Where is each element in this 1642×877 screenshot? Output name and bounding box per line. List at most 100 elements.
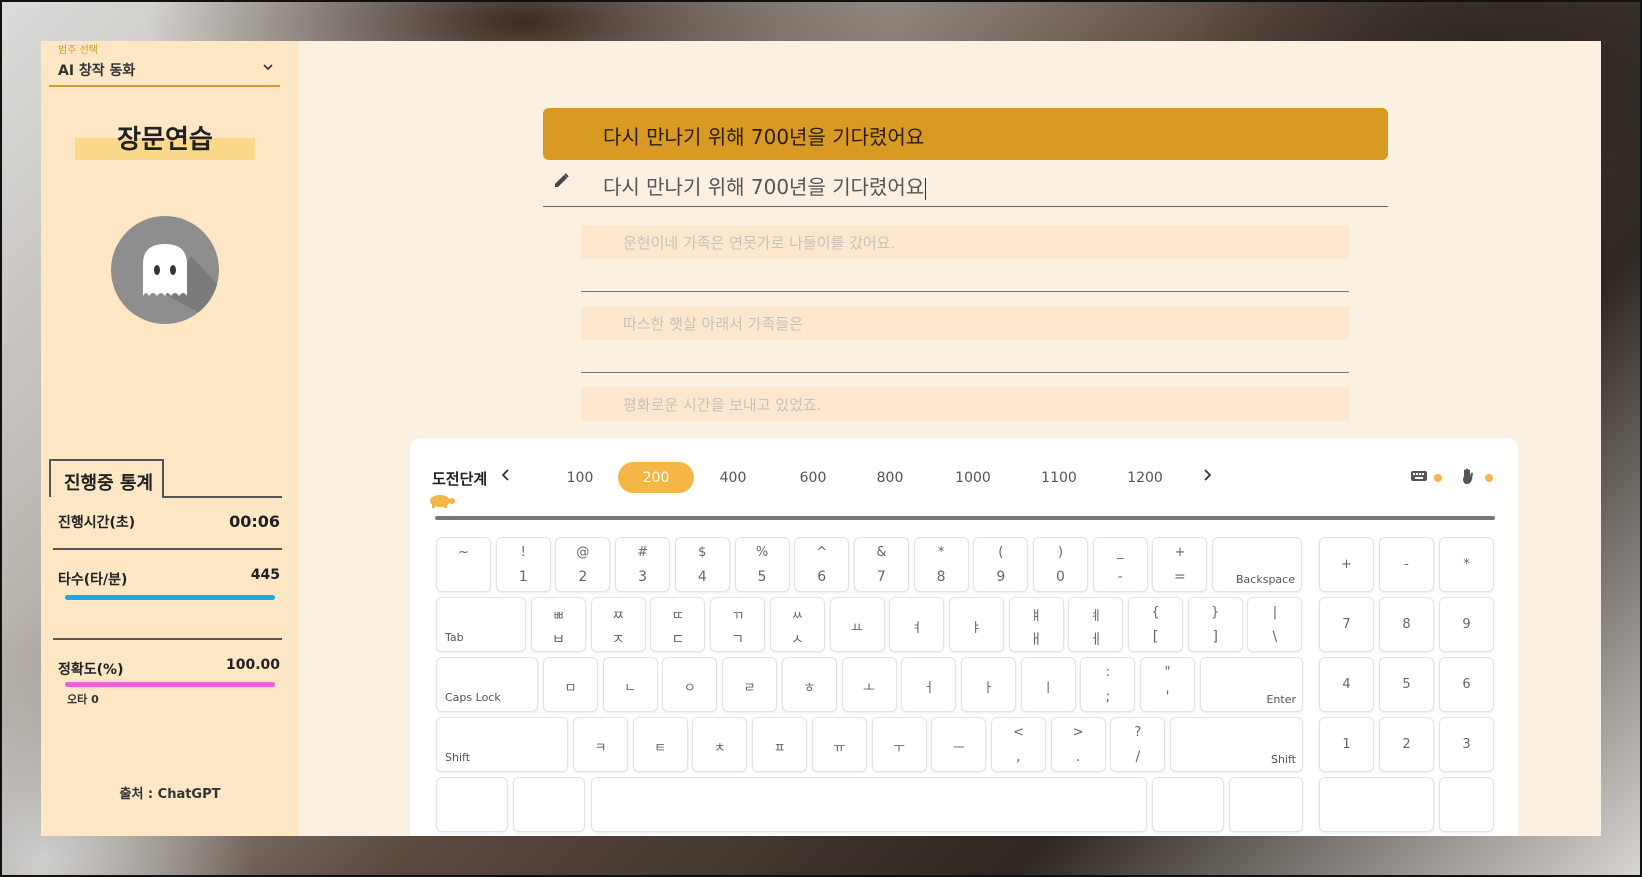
key[interactable]: $4 xyxy=(674,537,730,592)
key[interactable]: {[ xyxy=(1128,597,1183,652)
key[interactable]: ㅃㅂ xyxy=(531,597,586,652)
key[interactable]: & 7 xyxy=(853,537,909,592)
key[interactable]: ㅠ xyxy=(811,717,867,772)
key-label: 3 xyxy=(1462,737,1471,752)
enter-key[interactable]: Enter xyxy=(1200,657,1303,712)
key[interactable]: ㅏ xyxy=(960,657,1016,712)
left-shift-key[interactable]: Shift xyxy=(436,717,568,772)
key-shift-label: ~ xyxy=(458,545,469,560)
key[interactable]: ㄲㄱ xyxy=(710,597,766,652)
key[interactable]: ㅛ xyxy=(829,597,885,652)
stage-next-arrow-icon[interactable] xyxy=(1202,467,1212,486)
key[interactable]: ㅊ xyxy=(692,717,748,772)
key[interactable]: ㅣ xyxy=(1020,657,1076,712)
key[interactable]: ㅓ xyxy=(901,657,957,712)
hand-icon[interactable] xyxy=(1460,467,1476,489)
key[interactable]: ㅎ xyxy=(781,657,837,712)
key[interactable]: " ' xyxy=(1140,657,1195,712)
key[interactable]: ㄴ xyxy=(602,657,658,712)
stats-tab-underline xyxy=(162,496,282,498)
stage-200[interactable]: 200 xyxy=(618,462,694,493)
keyboard-icon[interactable] xyxy=(1410,468,1428,487)
key[interactable]: ㅒㅐ xyxy=(1008,597,1064,652)
numpad-dot-key[interactable] xyxy=(1439,777,1494,832)
stage-400[interactable]: 400 xyxy=(695,462,771,493)
key[interactable]: ㅗ xyxy=(841,657,897,712)
key[interactable]: ㅆㅅ xyxy=(769,597,825,652)
numpad-key[interactable]: 5 xyxy=(1379,657,1434,712)
stage-prev-arrow-icon[interactable] xyxy=(501,467,511,486)
typing-input[interactable]: 다시 만나기 위해 700년을 기다렸어요 xyxy=(543,163,1388,207)
key[interactable]: ! 1 xyxy=(495,537,551,592)
key[interactable]: ? / xyxy=(1110,717,1166,772)
right-shift-key[interactable]: Shift xyxy=(1170,717,1303,772)
key[interactable]: | \ xyxy=(1247,597,1303,652)
key[interactable]: ㅇ xyxy=(662,657,718,712)
ctrl-key[interactable] xyxy=(436,777,508,832)
key[interactable]: >. xyxy=(1050,717,1106,772)
key-label: ㅓ xyxy=(922,681,935,696)
numpad-key[interactable]: - xyxy=(1379,537,1434,592)
numpad-key[interactable]: 1 xyxy=(1319,717,1374,772)
key[interactable]: % 5 xyxy=(734,537,790,592)
tab-key[interactable]: Tab xyxy=(436,597,526,652)
numpad-key[interactable]: 8 xyxy=(1379,597,1434,652)
key[interactable]: * 8 xyxy=(913,537,969,592)
numpad-key[interactable]: 7 xyxy=(1319,597,1374,652)
key[interactable]: ㅋ xyxy=(573,717,628,772)
numpad-key[interactable]: * xyxy=(1439,537,1494,592)
ctrl-right-key[interactable] xyxy=(1229,777,1303,832)
key[interactable]: #3 xyxy=(615,537,671,592)
space-key[interactable] xyxy=(591,777,1147,832)
stage-1000[interactable]: 1000 xyxy=(935,462,1011,493)
text-caret xyxy=(925,177,927,200)
key[interactable]: ㅕ xyxy=(889,597,945,652)
numpad-key[interactable]: 9 xyxy=(1439,597,1494,652)
category-select[interactable]: AI 창작 동화 xyxy=(49,55,280,87)
key[interactable]: <, xyxy=(990,717,1046,772)
key[interactable]: :; xyxy=(1080,657,1136,712)
key[interactable]: ㅑ xyxy=(948,597,1004,652)
key[interactable]: ㅖㅔ xyxy=(1068,597,1124,652)
numpad-key[interactable]: 4 xyxy=(1319,657,1374,712)
caps-lock-key[interactable]: Caps Lock xyxy=(436,657,538,712)
next-sentence: 따스한 햇살 아래서 가족들은 xyxy=(581,306,1349,340)
numpad-key[interactable]: + xyxy=(1319,537,1374,592)
key[interactable]: ㅡ xyxy=(931,717,987,772)
key[interactable]: @2 xyxy=(555,537,611,592)
source-credit: 출처 : ChatGPT xyxy=(119,787,221,802)
numpad-key[interactable]: 3 xyxy=(1439,717,1494,772)
key[interactable]: ^ 6 xyxy=(794,537,850,592)
stage-1100[interactable]: 1100 xyxy=(1021,462,1097,493)
han-key[interactable] xyxy=(1152,777,1224,832)
alt-key[interactable] xyxy=(513,777,585,832)
key[interactable]: (9 xyxy=(973,537,1029,592)
key[interactable]: ~ xyxy=(436,537,491,592)
numpad-key[interactable]: 2 xyxy=(1379,717,1434,772)
key[interactable]: ㅌ xyxy=(632,717,688,772)
key[interactable]: ㅁ xyxy=(543,657,598,712)
stage-600[interactable]: 600 xyxy=(775,462,851,493)
key[interactable]: ㅍ xyxy=(752,717,808,772)
key[interactable]: ㅜ xyxy=(871,717,927,772)
numpad-0-key[interactable] xyxy=(1319,777,1434,832)
key[interactable]: ㅉㅈ xyxy=(590,597,646,652)
key[interactable]: + = xyxy=(1152,537,1208,592)
key-shift-label: : xyxy=(1105,665,1110,680)
stage-800[interactable]: 800 xyxy=(852,462,928,493)
backspace-key[interactable]: Backspace xyxy=(1212,537,1302,592)
key-label: . xyxy=(1075,749,1081,765)
key[interactable]: ㄹ xyxy=(722,657,778,712)
key-shift-label: & xyxy=(876,545,887,560)
key[interactable]: }] xyxy=(1187,597,1243,652)
hand-toggle-dot[interactable] xyxy=(1485,474,1493,482)
numpad-key[interactable]: 6 xyxy=(1439,657,1494,712)
stage-1200[interactable]: 1200 xyxy=(1107,462,1183,493)
time-label: 진행시간(초) xyxy=(58,515,136,531)
key[interactable]: _ - xyxy=(1092,537,1148,592)
stats-tab[interactable]: 진행중 통계 xyxy=(49,459,164,497)
key[interactable]: ㄸㄷ xyxy=(650,597,706,652)
stage-100[interactable]: 100 xyxy=(542,462,618,493)
keyboard-toggle-dot[interactable] xyxy=(1434,474,1442,482)
key[interactable]: ) 0 xyxy=(1033,537,1088,592)
